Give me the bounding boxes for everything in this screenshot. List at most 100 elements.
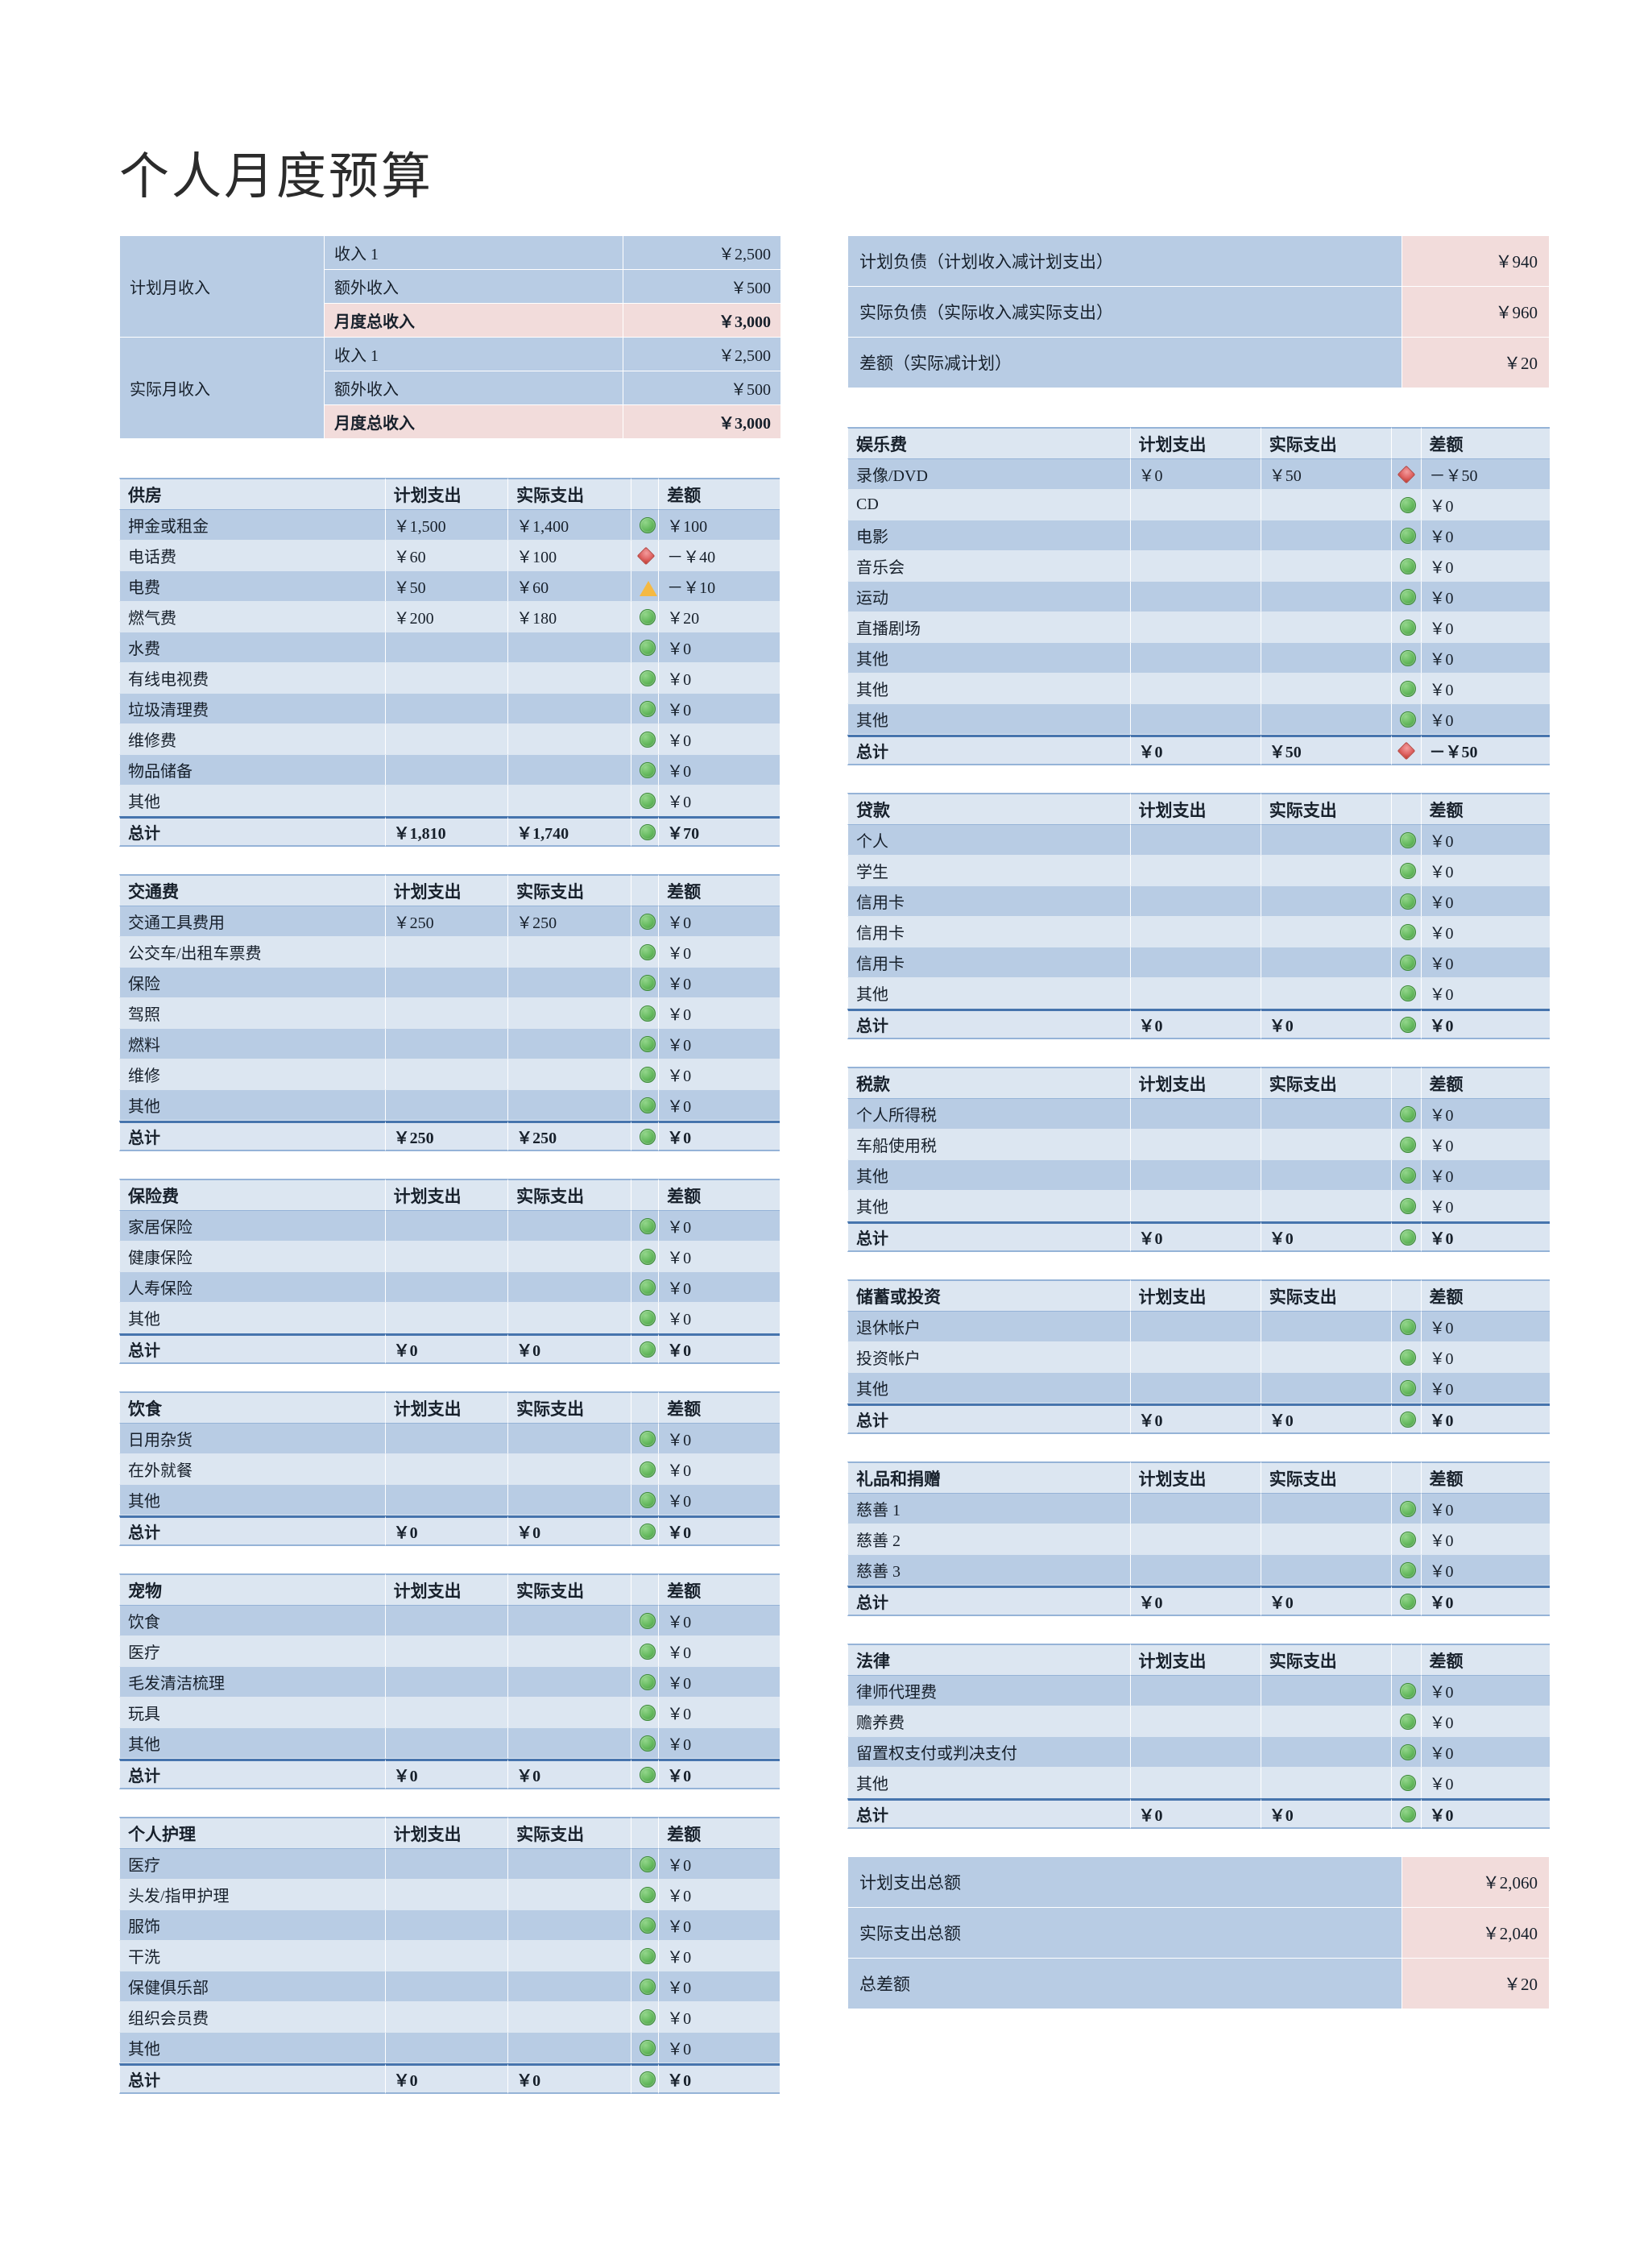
row-actual-amount[interactable] bbox=[1260, 551, 1391, 582]
row-planned-amount[interactable] bbox=[384, 724, 508, 755]
row-actual-amount[interactable]: ￥180 bbox=[507, 602, 631, 632]
row-planned-amount[interactable]: ￥50 bbox=[384, 571, 508, 602]
row-planned-amount[interactable] bbox=[1129, 1737, 1261, 1768]
row-planned-amount[interactable] bbox=[384, 968, 508, 998]
row-actual-amount[interactable] bbox=[507, 1454, 631, 1485]
row-planned-amount[interactable] bbox=[384, 1090, 508, 1121]
row-actual-amount[interactable] bbox=[1260, 1312, 1391, 1342]
row-actual-amount[interactable] bbox=[1260, 1191, 1391, 1221]
row-actual-amount[interactable]: ￥100 bbox=[507, 541, 631, 571]
row-actual-amount[interactable] bbox=[1260, 1342, 1391, 1373]
row-planned-amount[interactable] bbox=[384, 1454, 508, 1485]
row-actual-amount[interactable] bbox=[1260, 1160, 1391, 1191]
row-actual-amount[interactable] bbox=[1260, 612, 1391, 643]
row-planned-amount[interactable] bbox=[384, 1211, 508, 1242]
row-actual-amount[interactable] bbox=[1260, 947, 1391, 978]
row-actual-amount[interactable]: ￥250 bbox=[507, 906, 631, 937]
row-actual-amount[interactable]: ￥50 bbox=[1260, 459, 1391, 490]
row-planned-amount[interactable] bbox=[1129, 1676, 1261, 1706]
row-actual-amount[interactable] bbox=[507, 1090, 631, 1121]
row-planned-amount[interactable] bbox=[1129, 1191, 1261, 1221]
row-planned-amount[interactable] bbox=[384, 632, 508, 663]
row-actual-amount[interactable] bbox=[507, 1667, 631, 1698]
row-planned-amount[interactable] bbox=[1129, 1342, 1261, 1373]
row-actual-amount[interactable] bbox=[1260, 490, 1391, 520]
row-actual-amount[interactable] bbox=[1260, 1524, 1391, 1555]
row-planned-amount[interactable] bbox=[1129, 1373, 1261, 1403]
row-planned-amount[interactable] bbox=[1129, 582, 1261, 612]
row-actual-amount[interactable] bbox=[507, 1059, 631, 1090]
row-actual-amount[interactable] bbox=[1260, 886, 1391, 917]
row-planned-amount[interactable] bbox=[384, 1971, 508, 2002]
row-planned-amount[interactable]: ￥60 bbox=[384, 541, 508, 571]
row-actual-amount[interactable] bbox=[507, 786, 631, 816]
row-actual-amount[interactable] bbox=[507, 998, 631, 1029]
row-planned-amount[interactable] bbox=[1129, 551, 1261, 582]
income-item-value[interactable]: ￥3,000 bbox=[623, 405, 780, 438]
row-planned-amount[interactable] bbox=[384, 786, 508, 816]
row-planned-amount[interactable] bbox=[384, 998, 508, 1029]
row-actual-amount[interactable] bbox=[1260, 520, 1391, 551]
row-planned-amount[interactable] bbox=[384, 1728, 508, 1759]
row-planned-amount[interactable] bbox=[1129, 1555, 1261, 1586]
row-planned-amount[interactable] bbox=[1129, 978, 1261, 1009]
row-planned-amount[interactable] bbox=[1129, 674, 1261, 704]
income-item-value[interactable]: ￥2,500 bbox=[623, 338, 780, 371]
row-planned-amount[interactable] bbox=[384, 1910, 508, 1941]
row-planned-amount[interactable] bbox=[1129, 520, 1261, 551]
row-actual-amount[interactable] bbox=[1260, 582, 1391, 612]
row-planned-amount[interactable] bbox=[1129, 704, 1261, 735]
row-actual-amount[interactable] bbox=[507, 1303, 631, 1333]
row-actual-amount[interactable] bbox=[507, 1485, 631, 1515]
row-planned-amount[interactable] bbox=[384, 755, 508, 786]
row-planned-amount[interactable] bbox=[1129, 886, 1261, 917]
row-planned-amount[interactable] bbox=[384, 937, 508, 968]
row-actual-amount[interactable] bbox=[1260, 643, 1391, 674]
row-planned-amount[interactable] bbox=[384, 1636, 508, 1667]
row-actual-amount[interactable] bbox=[507, 755, 631, 786]
row-actual-amount[interactable] bbox=[507, 1880, 631, 1910]
row-actual-amount[interactable] bbox=[507, 2033, 631, 2063]
row-planned-amount[interactable] bbox=[1129, 825, 1261, 856]
row-actual-amount[interactable] bbox=[507, 1424, 631, 1454]
row-planned-amount[interactable] bbox=[384, 1880, 508, 1910]
income-item-value[interactable]: ￥500 bbox=[623, 371, 780, 404]
row-planned-amount[interactable] bbox=[1129, 917, 1261, 947]
row-actual-amount[interactable]: ￥1,400 bbox=[507, 510, 631, 541]
row-planned-amount[interactable]: ￥0 bbox=[1129, 459, 1261, 490]
row-planned-amount[interactable] bbox=[1129, 1130, 1261, 1160]
row-actual-amount[interactable] bbox=[507, 632, 631, 663]
row-actual-amount[interactable] bbox=[507, 1211, 631, 1242]
row-planned-amount[interactable] bbox=[384, 1849, 508, 1880]
row-actual-amount[interactable] bbox=[1260, 1706, 1391, 1737]
row-actual-amount[interactable] bbox=[1260, 704, 1391, 735]
row-planned-amount[interactable] bbox=[384, 1059, 508, 1090]
row-actual-amount[interactable] bbox=[1260, 856, 1391, 886]
row-planned-amount[interactable] bbox=[1129, 612, 1261, 643]
row-actual-amount[interactable] bbox=[507, 1606, 631, 1636]
income-item-value[interactable]: ￥500 bbox=[623, 270, 780, 303]
row-planned-amount[interactable] bbox=[1129, 1494, 1261, 1524]
row-actual-amount[interactable] bbox=[507, 663, 631, 694]
row-actual-amount[interactable] bbox=[1260, 917, 1391, 947]
row-actual-amount[interactable] bbox=[1260, 1130, 1391, 1160]
row-planned-amount[interactable] bbox=[384, 1606, 508, 1636]
row-actual-amount[interactable]: ￥60 bbox=[507, 571, 631, 602]
row-actual-amount[interactable] bbox=[1260, 978, 1391, 1009]
row-planned-amount[interactable] bbox=[384, 2002, 508, 2033]
row-planned-amount[interactable] bbox=[1129, 1312, 1261, 1342]
row-planned-amount[interactable]: ￥1,500 bbox=[384, 510, 508, 541]
row-planned-amount[interactable] bbox=[1129, 1768, 1261, 1798]
row-planned-amount[interactable] bbox=[384, 1303, 508, 1333]
row-planned-amount[interactable] bbox=[1129, 1160, 1261, 1191]
row-actual-amount[interactable] bbox=[507, 724, 631, 755]
row-planned-amount[interactable] bbox=[1129, 1706, 1261, 1737]
row-actual-amount[interactable] bbox=[1260, 1099, 1391, 1130]
row-actual-amount[interactable] bbox=[1260, 1555, 1391, 1586]
row-actual-amount[interactable] bbox=[507, 2002, 631, 2033]
row-planned-amount[interactable] bbox=[384, 1698, 508, 1728]
row-planned-amount[interactable] bbox=[384, 1485, 508, 1515]
row-actual-amount[interactable] bbox=[507, 1849, 631, 1880]
row-planned-amount[interactable] bbox=[1129, 1099, 1261, 1130]
row-planned-amount[interactable] bbox=[384, 694, 508, 724]
